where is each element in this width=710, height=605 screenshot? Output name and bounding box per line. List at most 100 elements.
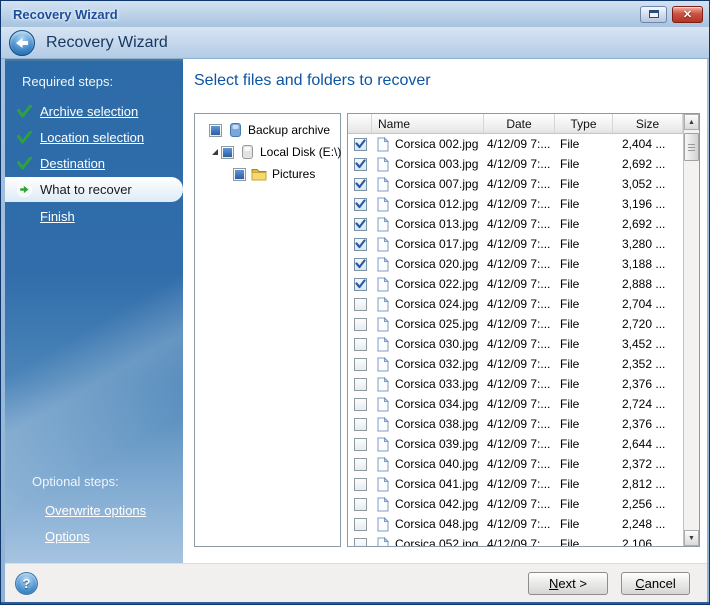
row-checkbox[interactable] — [354, 398, 367, 411]
next-button[interactable]: Next > — [528, 572, 608, 595]
file-icon — [375, 257, 391, 272]
file-icon — [375, 377, 391, 392]
file-type: File — [555, 314, 613, 334]
table-row[interactable]: Corsica 034.jpg 4/12/09 7:... File 2,724… — [348, 394, 683, 414]
table-row[interactable]: Corsica 032.jpg 4/12/09 7:... File 2,352… — [348, 354, 683, 374]
row-checkbox[interactable] — [354, 278, 367, 291]
table-row[interactable]: Corsica 013.jpg 4/12/09 7:... File 2,692… — [348, 214, 683, 234]
row-checkbox[interactable] — [354, 538, 367, 547]
table-row[interactable]: Corsica 048.jpg 4/12/09 7:... File 2,248… — [348, 514, 683, 534]
cancel-button[interactable]: Cancel — [621, 572, 690, 595]
file-name: Corsica 042.jpg — [395, 497, 478, 511]
table-row[interactable]: Corsica 003.jpg 4/12/09 7:... File 2,692… — [348, 154, 683, 174]
sidebar-step-overwrite-options[interactable]: Overwrite options — [5, 497, 183, 523]
file-icon — [375, 317, 391, 332]
row-checkbox[interactable] — [354, 358, 367, 371]
row-checkbox[interactable] — [354, 218, 367, 231]
row-checkbox[interactable] — [354, 238, 367, 251]
file-size: 2,888 ... — [613, 274, 683, 294]
row-checkbox[interactable] — [354, 138, 367, 151]
sidebar-step-location-selection[interactable]: Location selection — [5, 124, 183, 150]
table-row[interactable]: Corsica 012.jpg 4/12/09 7:... File 3,196… — [348, 194, 683, 214]
footer-bar: ? Next > Cancel — [5, 563, 707, 602]
file-size: 2,248 ... — [613, 514, 683, 534]
row-checkbox[interactable] — [354, 178, 367, 191]
step-label: Finish — [40, 209, 75, 224]
table-row[interactable]: Corsica 042.jpg 4/12/09 7:... File 2,256… — [348, 494, 683, 514]
table-row[interactable]: Corsica 052.jpg 4/12/09 7:... File 2,106… — [348, 534, 683, 546]
file-name: Corsica 022.jpg — [395, 277, 478, 291]
row-checkbox[interactable] — [354, 258, 367, 271]
table-row[interactable]: Corsica 017.jpg 4/12/09 7:... File 3,280… — [348, 234, 683, 254]
sidebar-step-options[interactable]: Options — [5, 523, 183, 549]
row-checkbox[interactable] — [354, 478, 367, 491]
tree-checkbox[interactable] — [233, 168, 246, 181]
help-button[interactable]: ? — [15, 572, 38, 595]
table-row[interactable]: Corsica 033.jpg 4/12/09 7:... File 2,376… — [348, 374, 683, 394]
column-header-type[interactable]: Type — [555, 114, 613, 133]
file-size: 3,052 ... — [613, 174, 683, 194]
tree-checkbox[interactable] — [221, 146, 234, 159]
row-checkbox[interactable] — [354, 418, 367, 431]
tree-item-local-disk-e[interactable]: Local Disk (E:\) — [195, 141, 340, 163]
tree-item-label: Pictures — [272, 167, 315, 181]
file-icon — [375, 217, 391, 232]
restore-button[interactable] — [640, 6, 667, 23]
file-icon — [375, 297, 391, 312]
sidebar-step-what-to-recover[interactable]: What to recover — [5, 177, 183, 202]
scrollbar-thumb[interactable] — [684, 133, 699, 161]
row-checkbox[interactable] — [354, 298, 367, 311]
back-button[interactable] — [9, 30, 35, 56]
back-arrow-icon — [14, 35, 30, 51]
close-button[interactable]: ✕ — [672, 6, 703, 23]
vertical-scrollbar[interactable]: ▲ ▼ — [683, 114, 699, 546]
table-row[interactable]: Corsica 038.jpg 4/12/09 7:... File 2,376… — [348, 414, 683, 434]
column-header-name[interactable]: Name — [372, 114, 484, 133]
table-row[interactable]: Corsica 020.jpg 4/12/09 7:... File 3,188… — [348, 254, 683, 274]
expander-icon[interactable] — [212, 149, 218, 155]
row-checkbox[interactable] — [354, 498, 367, 511]
file-date: 4/12/09 7:... — [484, 294, 555, 314]
sidebar-step-archive-selection[interactable]: Archive selection — [5, 98, 183, 124]
row-checkbox[interactable] — [354, 338, 367, 351]
table-row[interactable]: Corsica 041.jpg 4/12/09 7:... File 2,812… — [348, 474, 683, 494]
optional-steps-list: Overwrite options Options — [5, 497, 183, 549]
window-controls: ✕ — [640, 6, 703, 23]
table-row[interactable]: Corsica 039.jpg 4/12/09 7:... File 2,644… — [348, 434, 683, 454]
column-header-date[interactable]: Date — [484, 114, 555, 133]
file-name: Corsica 041.jpg — [395, 477, 478, 491]
table-row[interactable]: Corsica 040.jpg 4/12/09 7:... File 2,372… — [348, 454, 683, 474]
row-checkbox[interactable] — [354, 378, 367, 391]
row-checkbox[interactable] — [354, 198, 367, 211]
scroll-down-button[interactable]: ▼ — [684, 530, 699, 546]
file-list-panel: NameDateTypeSize Corsica 002.jpg 4/12/09… — [347, 113, 700, 547]
table-row[interactable]: Corsica 024.jpg 4/12/09 7:... File 2,704… — [348, 294, 683, 314]
row-checkbox[interactable] — [354, 318, 367, 331]
column-header-checkbox[interactable] — [348, 114, 372, 133]
sidebar-step-destination[interactable]: Destination — [5, 150, 183, 176]
file-icon — [375, 417, 391, 432]
tree-item-pictures[interactable]: Pictures — [195, 163, 340, 185]
table-row[interactable]: Corsica 002.jpg 4/12/09 7:... File 2,404… — [348, 134, 683, 154]
file-size: 2,352 ... — [613, 354, 683, 374]
file-type: File — [555, 214, 613, 234]
scroll-up-button[interactable]: ▲ — [684, 114, 699, 130]
tree-item-backup-archive[interactable]: Backup archive — [195, 119, 340, 141]
optional-steps-label: Optional steps: — [5, 474, 183, 497]
file-type: File — [555, 534, 613, 546]
row-checkbox[interactable] — [354, 458, 367, 471]
file-size: 2,372 ... — [613, 454, 683, 474]
table-row[interactable]: Corsica 022.jpg 4/12/09 7:... File 2,888… — [348, 274, 683, 294]
file-date: 4/12/09 7:... — [484, 174, 555, 194]
file-type: File — [555, 414, 613, 434]
table-row[interactable]: Corsica 025.jpg 4/12/09 7:... File 2,720… — [348, 314, 683, 334]
row-checkbox[interactable] — [354, 518, 367, 531]
table-row[interactable]: Corsica 007.jpg 4/12/09 7:... File 3,052… — [348, 174, 683, 194]
tree-checkbox[interactable] — [209, 124, 222, 137]
table-row[interactable]: Corsica 030.jpg 4/12/09 7:... File 3,452… — [348, 334, 683, 354]
column-header-size[interactable]: Size — [613, 114, 683, 133]
file-type: File — [555, 234, 613, 254]
sidebar-step-finish[interactable]: Finish — [5, 203, 183, 229]
row-checkbox[interactable] — [354, 158, 367, 171]
row-checkbox[interactable] — [354, 438, 367, 451]
